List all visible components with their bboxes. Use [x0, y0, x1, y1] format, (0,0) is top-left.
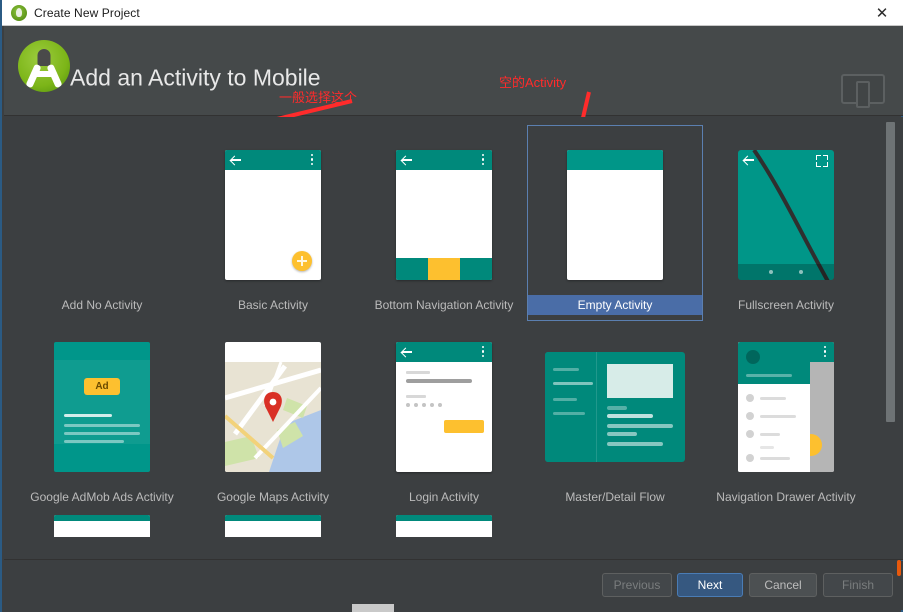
template-card-master-detail-flow[interactable]: Master/Detail Flow: [527, 317, 703, 513]
activity-template-grid[interactable]: Add No Activity Basic Activity: [4, 117, 903, 560]
close-icon[interactable]: ✕: [859, 0, 903, 25]
vertical-scrollbar-track[interactable]: [889, 117, 899, 560]
template-card-bottom-navigation-activity[interactable]: Bottom Navigation Activity: [356, 125, 532, 321]
diagonal-line-decor: [738, 150, 834, 280]
ad-badge: Ad: [84, 378, 120, 395]
back-arrow-icon: [231, 347, 241, 357]
thumbnail-navigation-drawer-activity: [698, 317, 874, 487]
fullscreen-dot-bar: [738, 264, 834, 280]
thumbnail-none: [14, 125, 190, 295]
template-card-partial[interactable]: [396, 515, 492, 537]
template-label: Google AdMob Ads Activity: [14, 487, 190, 507]
template-card-add-no-activity[interactable]: Add No Activity: [14, 125, 190, 321]
template-card-partial[interactable]: [54, 515, 150, 537]
page-title: Add an Activity to Mobile: [70, 65, 321, 92]
template-label: Master/Detail Flow: [527, 487, 703, 507]
window-title-bar: Create New Project ✕: [2, 0, 903, 26]
bottom-navigation-bar-icon: [396, 258, 492, 280]
edge-accent-marker: [897, 560, 901, 576]
thumbnail-master-detail-flow: [527, 317, 703, 487]
dialog-footer: Previous Next Cancel Finish: [4, 561, 903, 610]
overflow-menu-icon: [311, 154, 314, 166]
avatar: [746, 350, 760, 364]
template-card-partial[interactable]: [225, 515, 321, 537]
thumbnail-empty-activity: [527, 125, 703, 295]
template-card-navigation-drawer-activity[interactable]: Navigation Drawer Activity: [698, 317, 874, 513]
map-illustration: [225, 362, 321, 472]
floating-action-button-icon: [292, 251, 312, 271]
expand-fullscreen-icon: [816, 155, 828, 167]
finish-button[interactable]: Finish: [823, 573, 893, 597]
thumbnail-fullscreen-activity: [698, 125, 874, 295]
template-card-google-maps-activity[interactable]: Google Maps Activity: [185, 317, 361, 513]
thumbnail-google-maps-activity: [185, 317, 361, 487]
template-card-fullscreen-activity[interactable]: Fullscreen Activity: [698, 125, 874, 321]
cancel-button[interactable]: Cancel: [749, 573, 817, 597]
template-label: Google Maps Activity: [185, 487, 361, 507]
create-new-project-dialog: Create New Project ✕ Add an Activity to …: [0, 0, 903, 612]
thumbnail-basic-activity: [185, 125, 361, 295]
back-arrow-icon: [402, 155, 412, 165]
back-arrow-icon: [744, 155, 754, 165]
template-label: Bottom Navigation Activity: [356, 295, 532, 315]
android-studio-icon: [11, 5, 27, 21]
window-title: Create New Project: [34, 6, 140, 20]
template-card-empty-activity[interactable]: Empty Activity: [527, 125, 703, 321]
template-label: Navigation Drawer Activity: [698, 487, 874, 507]
template-label: Empty Activity: [527, 295, 703, 315]
template-card-basic-activity[interactable]: Basic Activity: [185, 125, 361, 321]
thumbnail-login-activity: [356, 317, 532, 487]
back-arrow-icon: [402, 347, 412, 357]
vertical-scrollbar-thumb[interactable]: [886, 122, 895, 422]
template-card-google-admob-ads-activity[interactable]: Ad Google AdMob Ads Activity: [14, 317, 190, 513]
thumbnail-bottom-navigation-activity: [356, 125, 532, 295]
template-label: Fullscreen Activity: [698, 295, 874, 315]
taskbar-notch: [352, 604, 394, 612]
next-button[interactable]: Next: [677, 573, 743, 597]
previous-button[interactable]: Previous: [602, 573, 672, 597]
template-label: Add No Activity: [14, 295, 190, 315]
thumbnail-google-admob-ads-activity: Ad: [14, 317, 190, 487]
overflow-menu-icon: [311, 346, 314, 358]
overflow-menu-icon: [482, 346, 485, 358]
login-submit-button-icon: [444, 420, 484, 433]
android-studio-logo: [18, 40, 70, 92]
template-label: Login Activity: [356, 487, 532, 507]
template-card-login-activity[interactable]: Login Activity: [356, 317, 532, 513]
overflow-menu-icon: [824, 346, 827, 358]
back-arrow-icon: [231, 155, 241, 165]
device-form-factor-icon[interactable]: [841, 74, 885, 104]
dialog-header: Add an Activity to Mobile: [4, 26, 903, 116]
overflow-menu-icon: [482, 154, 485, 166]
template-label: Basic Activity: [185, 295, 361, 315]
